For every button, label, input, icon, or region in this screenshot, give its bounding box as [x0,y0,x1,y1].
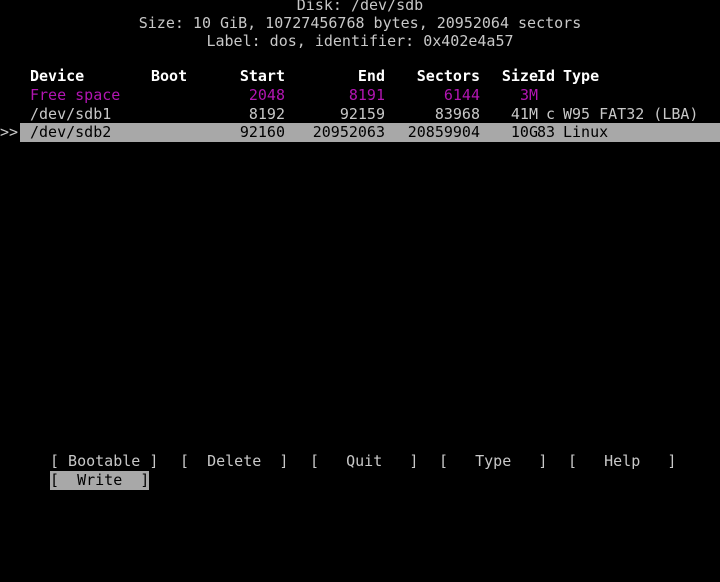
selection-marker-icon: >> [0,123,19,142]
row-type: W95 FAT32 (LBA) [563,104,699,123]
row-device: /dev/sdb1 [30,104,112,123]
table-row[interactable]: /dev/sdb1 8192 92159 83968 41M c W95 FAT… [0,105,720,124]
menu-item-bootable[interactable]: [ Bootable ] [50,452,158,471]
disk-path-line: Disk: /dev/sdb [296,0,424,14]
row-id [503,86,555,105]
menu-item-quit[interactable]: [ Quit ] [310,452,418,471]
partition-table-header: Device Boot Start End Sectors Size Id Ty… [0,67,720,86]
menu-row-secondary: [ Write ] [0,471,720,490]
column-header-device: Device [30,67,85,85]
row-device: /dev/sdb2 [30,123,112,142]
row-id: 83 [536,123,555,142]
table-row-selected[interactable]: >> /dev/sdb2 92160 20952063 20859904 10G… [0,123,720,142]
disk-label-line: Label: dos, identifier: 0x402e4a57 [206,32,514,50]
menu-row-primary: [ Bootable ] [ Delete ] [ Quit ] [ Type … [0,452,720,471]
menu-item-help[interactable]: [ Help ] [568,452,676,471]
column-header-id: Id [536,67,555,85]
menu-item-delete[interactable]: [ Delete ] [180,452,288,471]
menu-item-write[interactable]: [ Write ] [50,471,150,490]
row-id: c [545,104,555,123]
disk-size-line: Size: 10 GiB, 10727456768 bytes, 2095206… [138,14,582,32]
cfdisk-screen: Disk: /dev/sdb Size: 10 GiB, 10727456768… [0,0,720,514]
row-device: Free space [30,86,121,104]
table-row[interactable]: Free space 2048 8191 6144 3M [0,86,720,105]
menu-item-type[interactable]: [ Type ] [439,452,547,471]
column-header-type: Type [563,67,600,85]
row-type: Linux [563,123,609,142]
